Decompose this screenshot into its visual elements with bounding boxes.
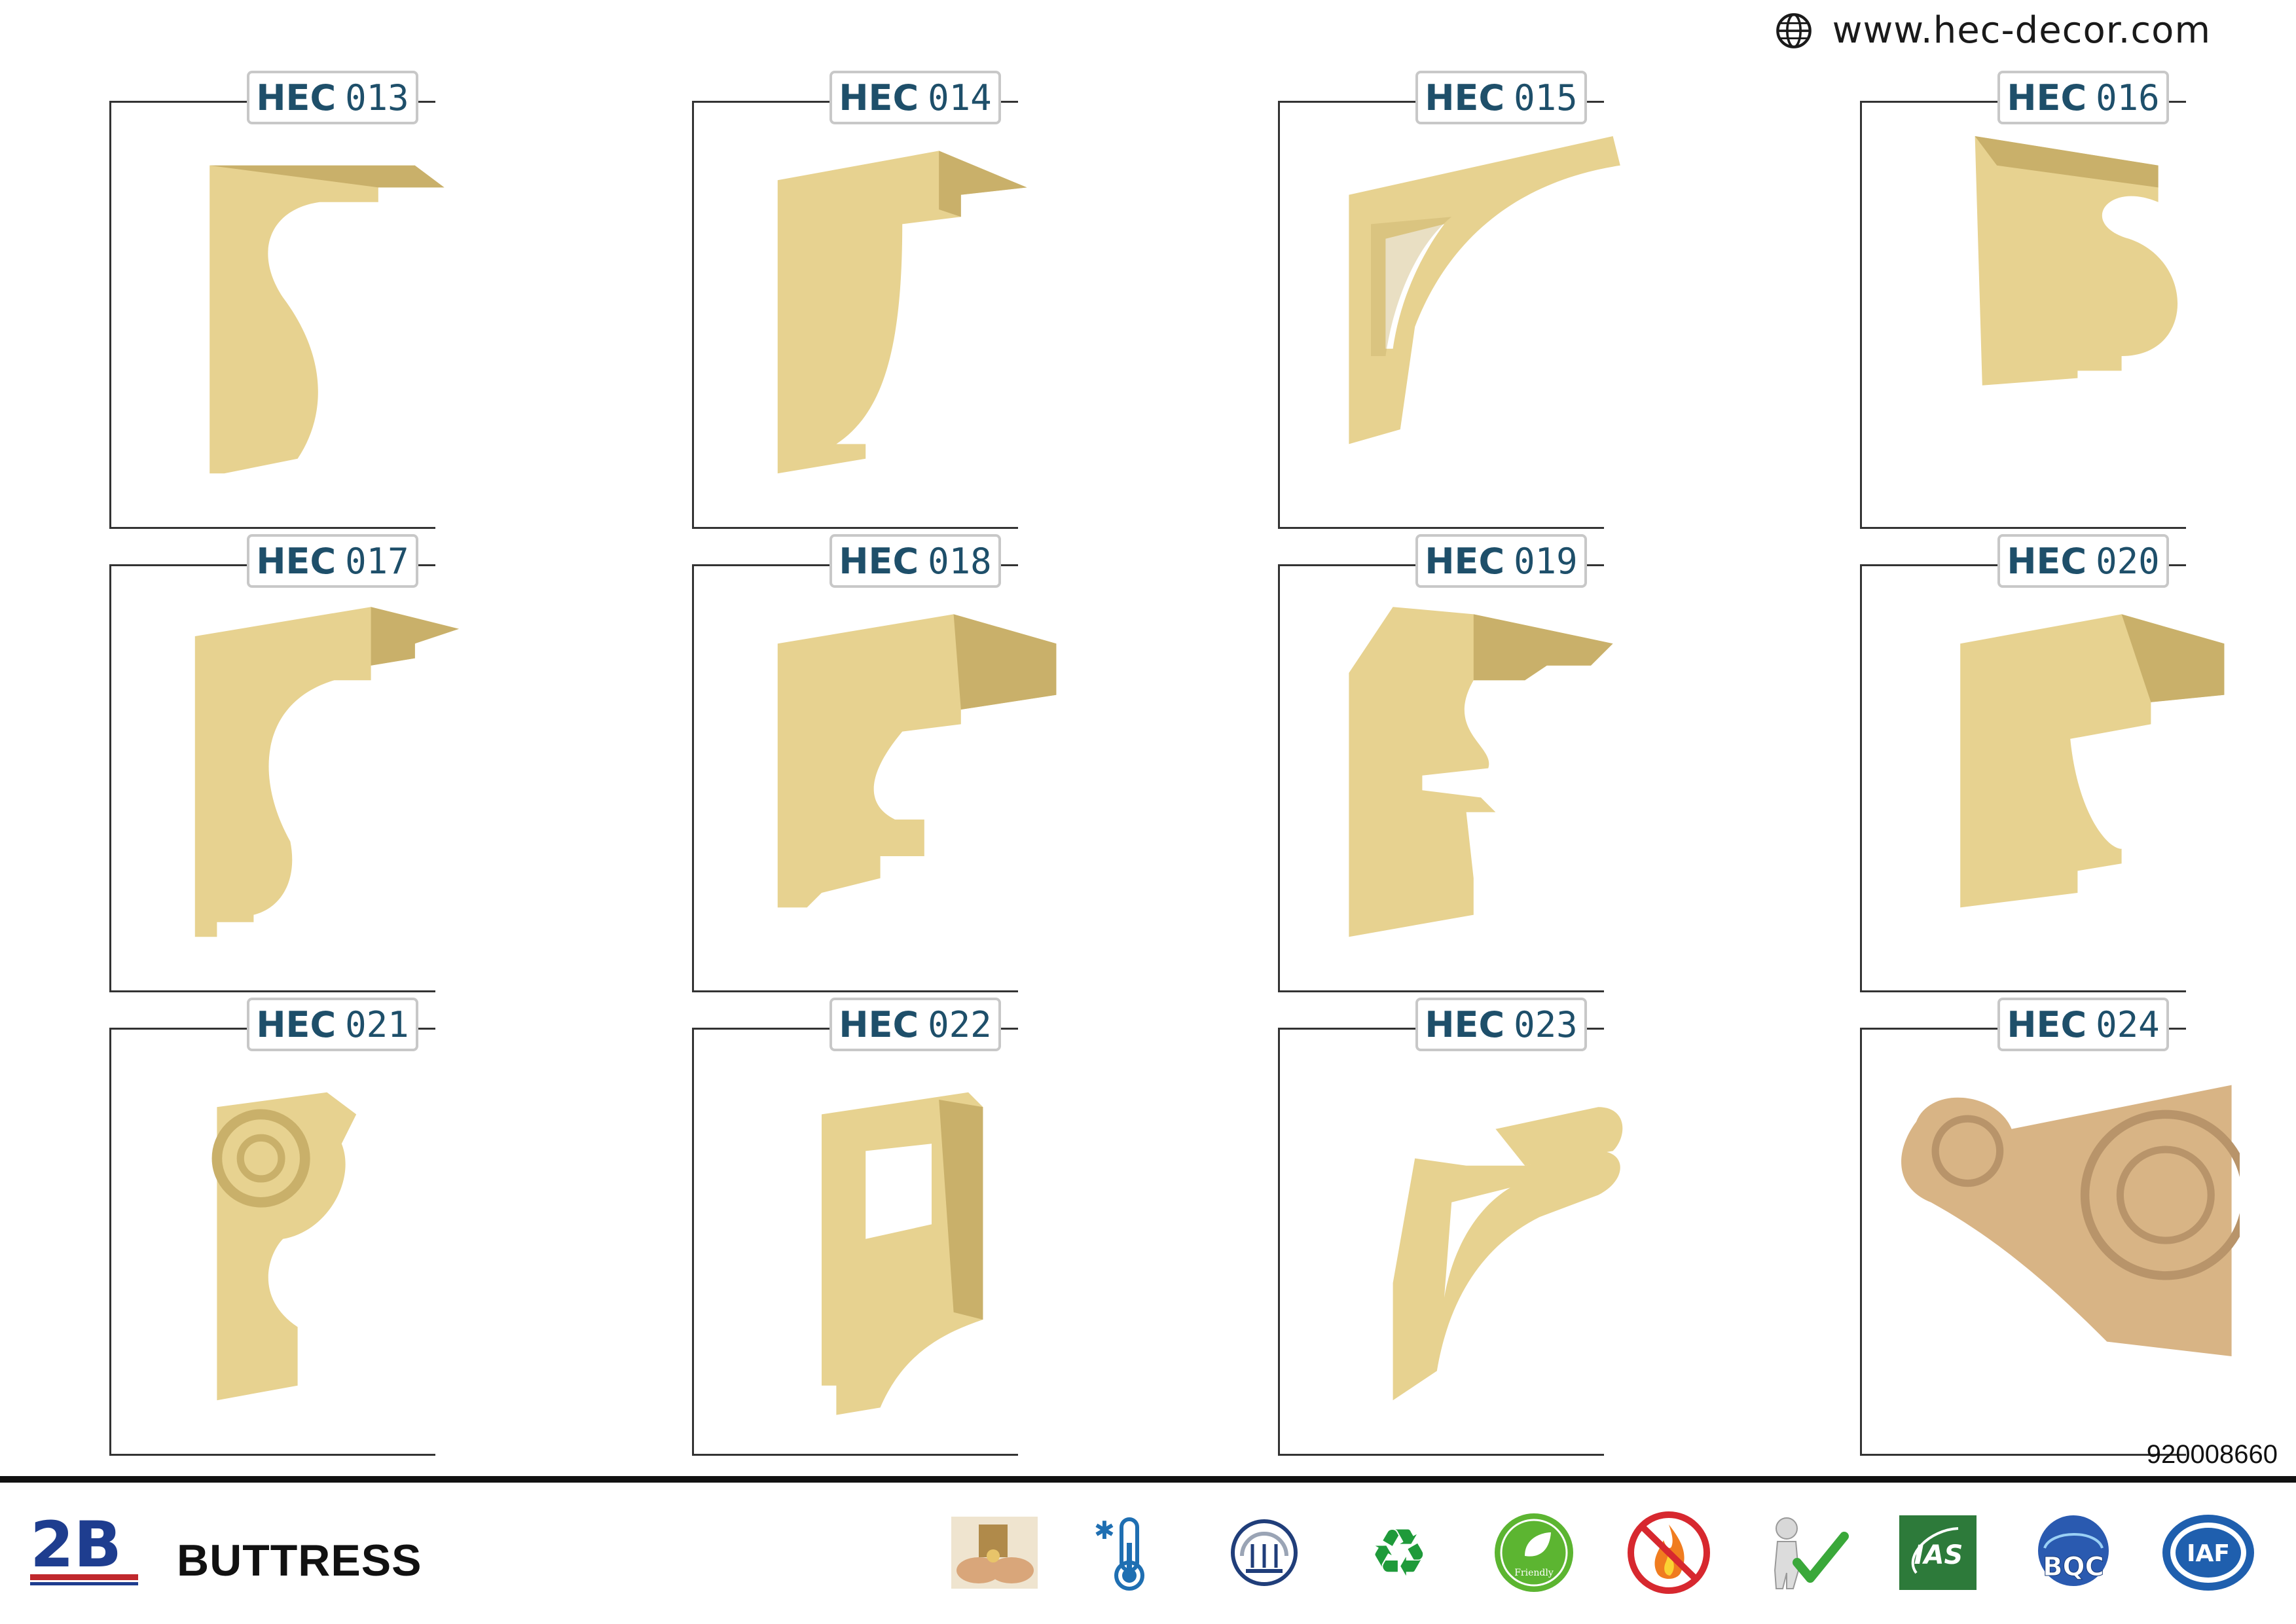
- product-label: HEC 021: [247, 998, 418, 1051]
- product-prefix: HEC: [256, 1003, 337, 1045]
- product-label: HEC 015: [1415, 71, 1587, 124]
- product-label: HEC 022: [829, 998, 1001, 1051]
- product-image: [1975, 136, 2178, 386]
- footer-divider: [0, 1476, 2296, 1483]
- product-card[interactable]: HEC 018: [692, 534, 1150, 992]
- product-grid: HEC 013 HEC 014 HEC 015 HEC 016 HEC 017 HEC 018 HEC 0…: [0, 0, 2296, 1460]
- product-card[interactable]: HEC 016: [1860, 71, 2296, 529]
- eco-friendly-icon: Friendly: [1495, 1513, 1573, 1592]
- product-label: HEC 014: [829, 71, 1001, 124]
- product-card[interactable]: HEC 015: [1278, 71, 1736, 529]
- brand-logo: 2B: [30, 1513, 138, 1585]
- product-card[interactable]: HEC 013: [109, 71, 568, 529]
- product-prefix: HEC: [1425, 1003, 1505, 1045]
- svg-text:BQC: BQC: [2043, 1552, 2104, 1582]
- product-prefix: HEC: [839, 77, 919, 118]
- product-card[interactable]: HEC 022: [692, 998, 1150, 1456]
- product-label: HEC 016: [1997, 71, 2169, 124]
- product-label: HEC 017: [247, 534, 418, 588]
- product-image: [194, 607, 459, 937]
- product-number: 024: [2096, 1003, 2160, 1045]
- product-number: 016: [2096, 77, 2160, 118]
- iaf-logo: IAF: [2162, 1515, 2254, 1591]
- product-card[interactable]: HEC 021: [109, 998, 568, 1456]
- product-number: 013: [345, 77, 409, 118]
- approved-icon: [1774, 1517, 1849, 1589]
- product-prefix: HEC: [2007, 540, 2087, 582]
- product-image: [1901, 1085, 2240, 1356]
- product-label: HEC 024: [1997, 998, 2169, 1051]
- product-card[interactable]: HEC 017: [109, 534, 568, 992]
- product-prefix: HEC: [839, 540, 919, 582]
- svg-text:Friendly: Friendly: [1514, 1568, 1554, 1578]
- product-image: [211, 1092, 357, 1401]
- product-prefix: HEC: [839, 1003, 919, 1045]
- recycle-icon: ♻: [1370, 1515, 1429, 1591]
- product-label: HEC 013: [247, 71, 418, 124]
- product-number: 014: [928, 77, 992, 118]
- svg-text:IAF: IAF: [2187, 1540, 2230, 1567]
- thermometer-icon: ✱: [1094, 1516, 1144, 1591]
- product-prefix: HEC: [1425, 540, 1505, 582]
- product-image: [210, 165, 445, 474]
- product-label: HEC 023: [1415, 998, 1587, 1051]
- ias-logo: IAS: [1899, 1515, 1977, 1590]
- product-number: 022: [928, 1003, 992, 1045]
- product-prefix: HEC: [2007, 1003, 2087, 1045]
- moisture-icon: [1231, 1519, 1298, 1586]
- product-image: [1349, 136, 1620, 444]
- svg-text:IAS: IAS: [1914, 1540, 1963, 1570]
- certification-icons: ✱ ♻ Friendly IAS BQC IAF: [946, 1510, 2257, 1595]
- hands-money-icon: [951, 1517, 1038, 1589]
- product-image: [1960, 614, 2225, 908]
- product-image: [1393, 1107, 1623, 1401]
- product-card[interactable]: HEC 014: [692, 71, 1150, 529]
- svg-text:♻: ♻: [1370, 1515, 1429, 1591]
- product-prefix: HEC: [256, 77, 337, 118]
- product-prefix: HEC: [256, 540, 337, 582]
- product-card[interactable]: HEC 024: [1860, 998, 2296, 1456]
- svg-text:2B: 2B: [30, 1513, 122, 1581]
- boc-logo: BQC: [2038, 1515, 2109, 1586]
- product-card[interactable]: HEC 020: [1860, 534, 2296, 992]
- product-label: HEC 020: [1997, 534, 2169, 588]
- product-image: [777, 151, 1027, 474]
- product-image: [777, 614, 1057, 908]
- product-label: HEC 019: [1415, 534, 1587, 588]
- footer: 2B BUTTRESS ✱ ♻ Friendly IAS BQC IAF: [0, 1483, 2296, 1624]
- product-label: HEC 018: [829, 534, 1001, 588]
- product-prefix: HEC: [2007, 77, 2087, 118]
- product-number: 018: [928, 540, 992, 582]
- fire-resistant-icon: [1628, 1511, 1710, 1594]
- product-number: 020: [2096, 540, 2160, 582]
- product-number: 017: [345, 540, 409, 582]
- product-number: 021: [345, 1003, 409, 1045]
- product-number: 023: [1514, 1003, 1578, 1045]
- catalog-code: 920008660: [2146, 1440, 2278, 1469]
- product-number: 015: [1514, 77, 1578, 118]
- product-prefix: HEC: [1425, 77, 1505, 118]
- product-number: 019: [1514, 540, 1578, 582]
- product-card[interactable]: HEC 023: [1278, 998, 1736, 1456]
- product-card[interactable]: HEC 019: [1278, 534, 1736, 992]
- footer-title: BUTTRESS: [177, 1536, 422, 1585]
- svg-text:✱: ✱: [1094, 1516, 1115, 1545]
- product-image: [1349, 607, 1613, 937]
- product-image: [822, 1092, 983, 1415]
